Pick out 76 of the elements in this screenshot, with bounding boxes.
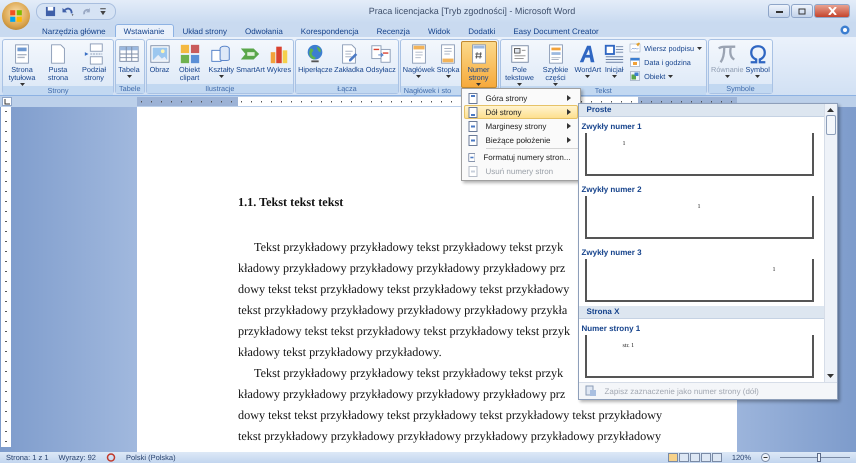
- page-icon: [468, 166, 478, 176]
- cross-reference-icon: [370, 43, 392, 65]
- close-button[interactable]: [814, 4, 850, 18]
- minimize-icon: [774, 8, 784, 14]
- proofing-icon[interactable]: [106, 453, 116, 462]
- zoom-out-icon[interactable]: [761, 453, 770, 462]
- ribbon-tab[interactable]: Odwołania: [236, 24, 292, 37]
- page-icon: [468, 106, 478, 118]
- drop-cap-icon: [603, 43, 626, 65]
- ribbon-tab[interactable]: Widok: [418, 24, 460, 37]
- shapes-icon: [210, 43, 232, 65]
- save-page-icon: [584, 385, 597, 397]
- tab-stop-icon: [4, 98, 10, 104]
- object-icon: [629, 70, 642, 82]
- page-icon: [468, 152, 476, 162]
- view-mode-icon[interactable]: [668, 453, 678, 462]
- restore-icon: [798, 7, 806, 15]
- body-text-line: Tekst przykładowy przykładowy tekst przykładowy tekst przyk: [254, 365, 564, 382]
- gallery-item-title: Zwykły numer 2: [582, 185, 642, 194]
- window-title: Praca licencjacka [Tryb zgodności] - Microsoft Word: [368, 6, 576, 16]
- view-mode-icon[interactable]: [700, 453, 711, 462]
- customize-caret-icon[interactable]: [99, 6, 107, 16]
- signature-icon: [629, 42, 642, 54]
- minimize-button[interactable]: [768, 4, 790, 18]
- close-icon: [828, 7, 836, 15]
- view-mode-icon[interactable]: [712, 453, 722, 462]
- section-heading: 1.1. Tekst tekst tekst: [238, 195, 344, 210]
- page-icon: [468, 134, 478, 146]
- clipart-icon: [178, 43, 201, 65]
- office-button[interactable]: [2, 2, 30, 30]
- gallery-section-header: Strona X: [578, 306, 824, 319]
- calendar-icon: [629, 56, 642, 68]
- menu-item[interactable]: Góra strony: [464, 91, 578, 105]
- body-text-line: kładowy przykładowy przykładowy przykładowy przykładowy prz: [238, 386, 566, 403]
- ribbon-tab[interactable]: Korespondencja: [292, 24, 368, 37]
- gallery-item-title: Zwykły numer 1: [582, 122, 642, 131]
- ribbon-tab[interactable]: Narzędzia główne: [33, 24, 115, 37]
- text-box-icon: [508, 43, 531, 65]
- body-text-line: tekst przykładowy przykładowy przykładowy przykładowy przykładowy przykładowy: [238, 428, 662, 445]
- body-text-line: kładowy przykładowy przykładowy przykładowy przykładowy prz: [238, 260, 566, 277]
- ribbon-tab[interactable]: Wstawianie: [114, 24, 174, 37]
- scrollbar-thumb[interactable]: [826, 115, 836, 135]
- body-text-line: dowy tekst tekst przykładowy tekst przykładowy tekst przykładowy tekst przykładowy: [238, 407, 662, 424]
- body-text-line: przykładowy tekst tekst przykładowy tekst przykładowy tekst przyk: [238, 323, 570, 340]
- ribbon-tab[interactable]: Recenzja: [368, 24, 419, 37]
- body-text-line: Tekst przykładowy przykładowy tekst przykładowy tekst przyk: [254, 239, 564, 256]
- view-mode-icon[interactable]: [690, 453, 700, 462]
- menu-item[interactable]: Dół strony: [464, 105, 578, 119]
- body-text-line: dowy tekst tekst przykładowy tekst przykładowy tekst przykładowy: [238, 281, 570, 298]
- body-text-line: kładowy tekst przykładowy przykładowy.: [238, 344, 442, 361]
- pi-icon: [716, 43, 738, 65]
- body-text-line: tekst przykładowy przykładowy przykładowy przykładowy przykła: [238, 302, 568, 319]
- page-icon: [468, 92, 478, 104]
- menu-item[interactable]: Formatuj numery stron...: [464, 150, 578, 164]
- gallery-item-title: Numer strony 1: [582, 324, 640, 333]
- zoom-slider-thumb[interactable]: [816, 453, 820, 462]
- save-icon[interactable]: [45, 6, 56, 16]
- ribbon-tab[interactable]: Easy Document Creator: [504, 24, 608, 37]
- ribbon-tab[interactable]: Układ strony: [174, 24, 236, 37]
- office-logo-icon: [8, 8, 24, 24]
- page-break-icon: [83, 43, 105, 65]
- undo-icon[interactable]: [61, 6, 75, 16]
- view-mode-icon[interactable]: [678, 453, 689, 462]
- restore-button[interactable]: [791, 4, 813, 18]
- gallery-scrollbar[interactable]: [824, 104, 837, 382]
- page-icon: [468, 120, 478, 132]
- scroll-down-icon[interactable]: [827, 374, 834, 379]
- menu-item[interactable]: Bieżące położenie: [464, 133, 578, 147]
- help-icon[interactable]: [840, 24, 850, 34]
- table-icon: [118, 43, 140, 65]
- ribbon-tab[interactable]: Dodatki: [459, 24, 504, 37]
- gallery-item-title: Zwykły numer 3: [582, 248, 642, 257]
- gallery-section-header: Proste: [578, 104, 824, 117]
- tab-selector[interactable]: [2, 97, 12, 106]
- picture-icon: [148, 43, 171, 65]
- menu-item[interactable]: Marginesy strony: [464, 119, 578, 133]
